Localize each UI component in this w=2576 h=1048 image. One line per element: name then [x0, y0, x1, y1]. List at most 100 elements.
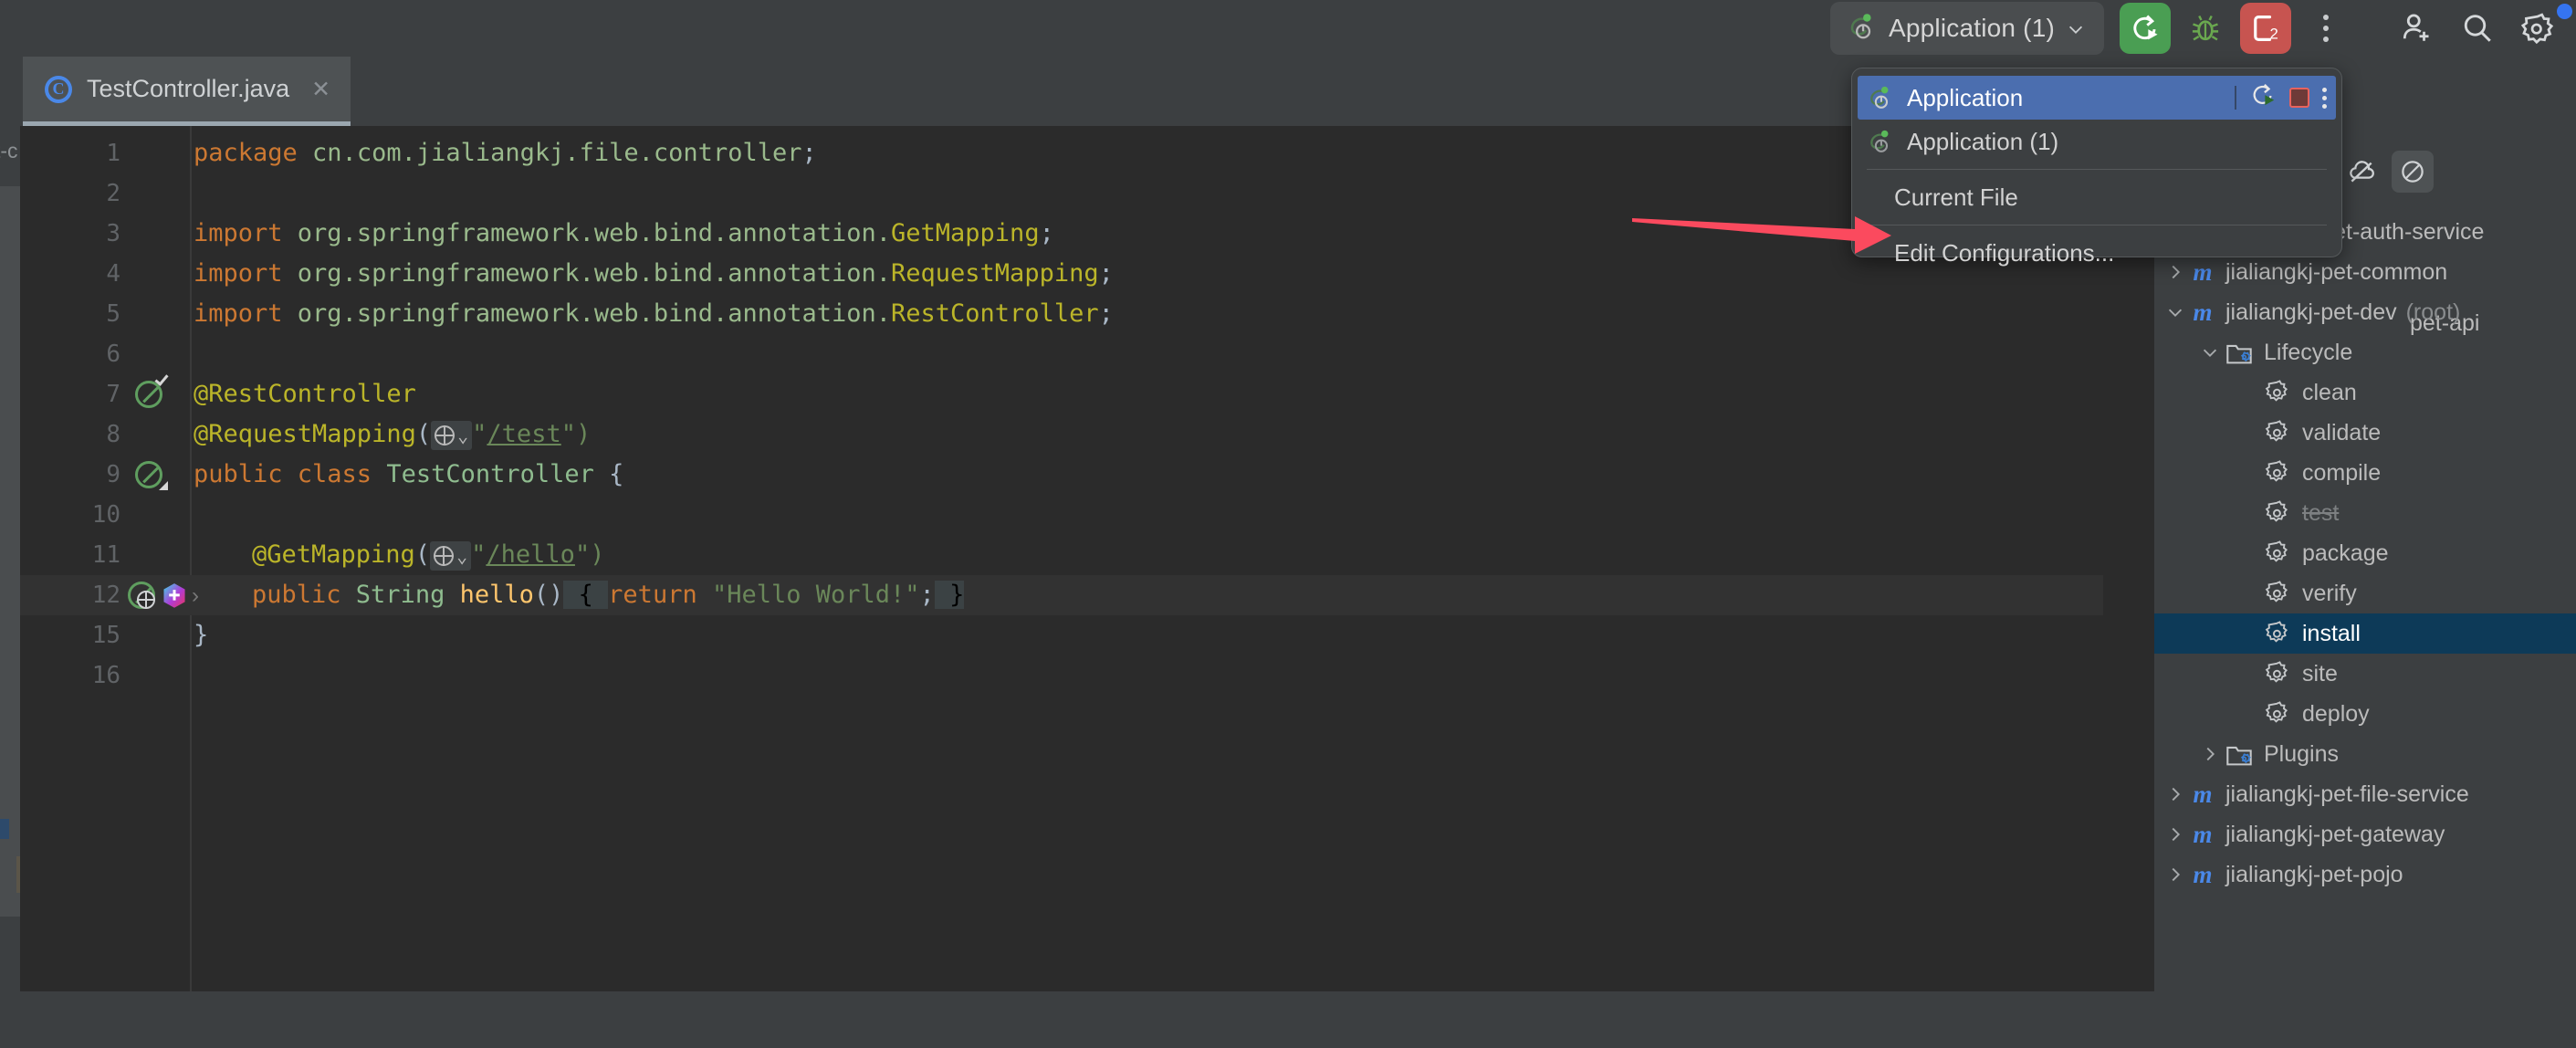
code-token: () [533, 581, 564, 609]
chevron-down-icon[interactable] [2194, 342, 2225, 362]
code-line[interactable]: 5 import org.springframework.web.bind.ann… [20, 294, 2154, 334]
code-token: "Hello World!" [711, 581, 920, 609]
code-line[interactable]: 7 @RestController [20, 374, 2154, 414]
maven-module-icon: m [2193, 860, 2213, 888]
maven-tree-row[interactable]: m jialiangkj-pet-file-service [2154, 774, 2576, 814]
close-icon[interactable]: ✕ [311, 76, 330, 103]
maven-tree-row[interactable]: clean [2154, 372, 2576, 413]
maven-tree-row[interactable]: package [2154, 533, 2576, 573]
code-line[interactable]: 9 public class TestController { [20, 455, 2154, 495]
dropdown-item-label: Current File [1894, 183, 2018, 211]
more-vertical-icon[interactable] [2322, 86, 2327, 110]
svg-text:2: 2 [2270, 25, 2278, 42]
run-gutter-icon[interactable] [135, 372, 169, 413]
skip-tests-icon[interactable] [2392, 151, 2434, 193]
stop-icon[interactable] [2289, 88, 2309, 108]
add-user-icon[interactable] [2392, 3, 2443, 54]
chevron-down-icon[interactable] [2160, 302, 2191, 322]
code-line[interactable]: 1 package cn.com.jialiangkj.file.controll… [20, 133, 2154, 173]
maven-tree[interactable]: mjialiangkj-pet-auth-servicemjialiangkj-… [2154, 212, 2576, 895]
code-token: org.springframework.web.bind.annotation. [297, 219, 892, 247]
maven-tree-row[interactable]: m jialiangkj-pet-pojo [2154, 854, 2576, 895]
code-token: ") [560, 420, 592, 448]
maven-tree-row[interactable]: verify [2154, 573, 2576, 613]
maven-goal-icon [2264, 499, 2291, 527]
gear-icon[interactable] [2512, 3, 2572, 54]
stop-process-button[interactable]: 2 [2240, 3, 2291, 54]
maven-tree-row[interactable]: Lifecycle [2154, 332, 2576, 372]
code-token: /test [487, 420, 561, 448]
maven-tree-row-label: verify [2302, 580, 2357, 606]
maven-goal-icon [2264, 379, 2291, 406]
maven-tree-row[interactable]: install [2154, 613, 2576, 654]
web-endpoint-globe-icon[interactable]: ⌄ [431, 420, 473, 450]
collapsed-project-panel[interactable] [0, 186, 20, 917]
chevron-right-icon[interactable] [2194, 744, 2225, 764]
code-token: ; [1098, 299, 1114, 328]
line-number: 5 [106, 300, 120, 328]
dropdown-item-application-1[interactable]: Application (1) [1852, 120, 2341, 163]
code-line[interactable]: 6 [20, 334, 2154, 374]
maven-tree-row[interactable]: m jialiangkj-pet-gateway [2154, 814, 2576, 854]
code-line[interactable]: 10 [20, 495, 2154, 535]
maven-tree-row[interactable]: Plugins [2154, 734, 2576, 774]
code-token: TestController [386, 460, 594, 488]
code-line[interactable]: 11 @GetMapping(⌄ "/hello") [20, 535, 2154, 575]
dropdown-item-current-file[interactable]: Current File [1852, 175, 2341, 219]
dropdown-item-edit-configurations[interactable]: Edit Configurations... [1852, 231, 2341, 275]
code-line[interactable]: 15} [20, 615, 2154, 655]
editor-tab-strip: C TestController.java ✕ [0, 57, 2154, 126]
maven-tree-row-label: jialiangkj-pet-file-service [2225, 781, 2469, 807]
dropdown-item-actions [2235, 81, 2327, 115]
maven-tree-row[interactable]: deploy [2154, 694, 2576, 734]
more-vertical-icon[interactable] [2300, 3, 2351, 54]
code-line[interactable]: 8 @RequestMapping(⌄ "/test") [20, 414, 2154, 455]
run-button[interactable] [2120, 3, 2171, 54]
maven-tree-row-label: test [2302, 499, 2340, 526]
chevron-right-icon[interactable] [2160, 824, 2191, 844]
code-line-text: } [194, 615, 208, 655]
chevron-right-icon[interactable]: › [192, 583, 199, 609]
run-gutter-icon[interactable] [135, 461, 168, 493]
rerun-icon[interactable] [2249, 81, 2277, 115]
spring-bean-icon[interactable] [162, 582, 187, 610]
chevron-right-icon[interactable] [2160, 784, 2191, 804]
run-gutter-icon[interactable] [128, 582, 157, 611]
code-token: package [194, 139, 313, 167]
line-number: 3 [106, 220, 120, 247]
search-icon[interactable] [2452, 3, 2503, 54]
code-line[interactable]: 16 [20, 655, 2154, 696]
line-number: 4 [106, 260, 120, 288]
dropdown-item-label: Application [1907, 83, 2024, 111]
run-configuration-name: Application (1) [1889, 14, 2055, 42]
code-token: import [194, 259, 298, 288]
maven-goal-icon [2264, 660, 2291, 687]
maven-tree-row[interactable]: m jialiangkj-pet-dev (root) [2154, 292, 2576, 332]
java-class-icon: C [45, 75, 72, 103]
code-line-text: import org.springframework.web.bind.anno… [194, 214, 1054, 254]
code-line[interactable]: 12 public String hello() { return "Hello … [20, 575, 2154, 615]
debug-button[interactable] [2180, 3, 2231, 54]
chevron-right-icon[interactable] [2160, 865, 2191, 885]
line-number: 11 [91, 541, 120, 569]
maven-goal-icon [2264, 540, 2291, 567]
status-bar [0, 991, 2576, 1048]
line-number: 6 [106, 341, 120, 368]
code-line-text: public String hello() { return "Hello Wo… [252, 575, 965, 615]
maven-tree-row[interactable]: compile [2154, 453, 2576, 493]
editor-tab-testcontroller[interactable]: C TestController.java ✕ [23, 57, 351, 126]
code-token: ; [1098, 259, 1114, 288]
maven-tree-row[interactable]: test [2154, 493, 2576, 533]
code-token: RestController [891, 299, 1099, 328]
maven-tree-row[interactable]: site [2154, 654, 2576, 694]
code-token: org.springframework.web.bind.annotation. [297, 259, 892, 288]
web-endpoint-globe-icon[interactable]: ⌄ [430, 540, 472, 571]
run-configuration-dropdown[interactable]: Application Application (1) Current File… [1851, 68, 2342, 267]
run-method-gutter-icon[interactable]: › [128, 582, 199, 611]
run-configuration-selector[interactable]: Application (1) [1830, 2, 2104, 55]
maven-tree-row[interactable]: validate [2154, 413, 2576, 453]
toggle-offline-icon[interactable] [2340, 151, 2382, 193]
code-token: cn.com.jialiangkj.file.controller [312, 139, 802, 167]
dropdown-item-application[interactable]: Application [1858, 76, 2336, 120]
code-line-text: package cn.com.jialiangkj.file.controlle… [194, 133, 817, 173]
